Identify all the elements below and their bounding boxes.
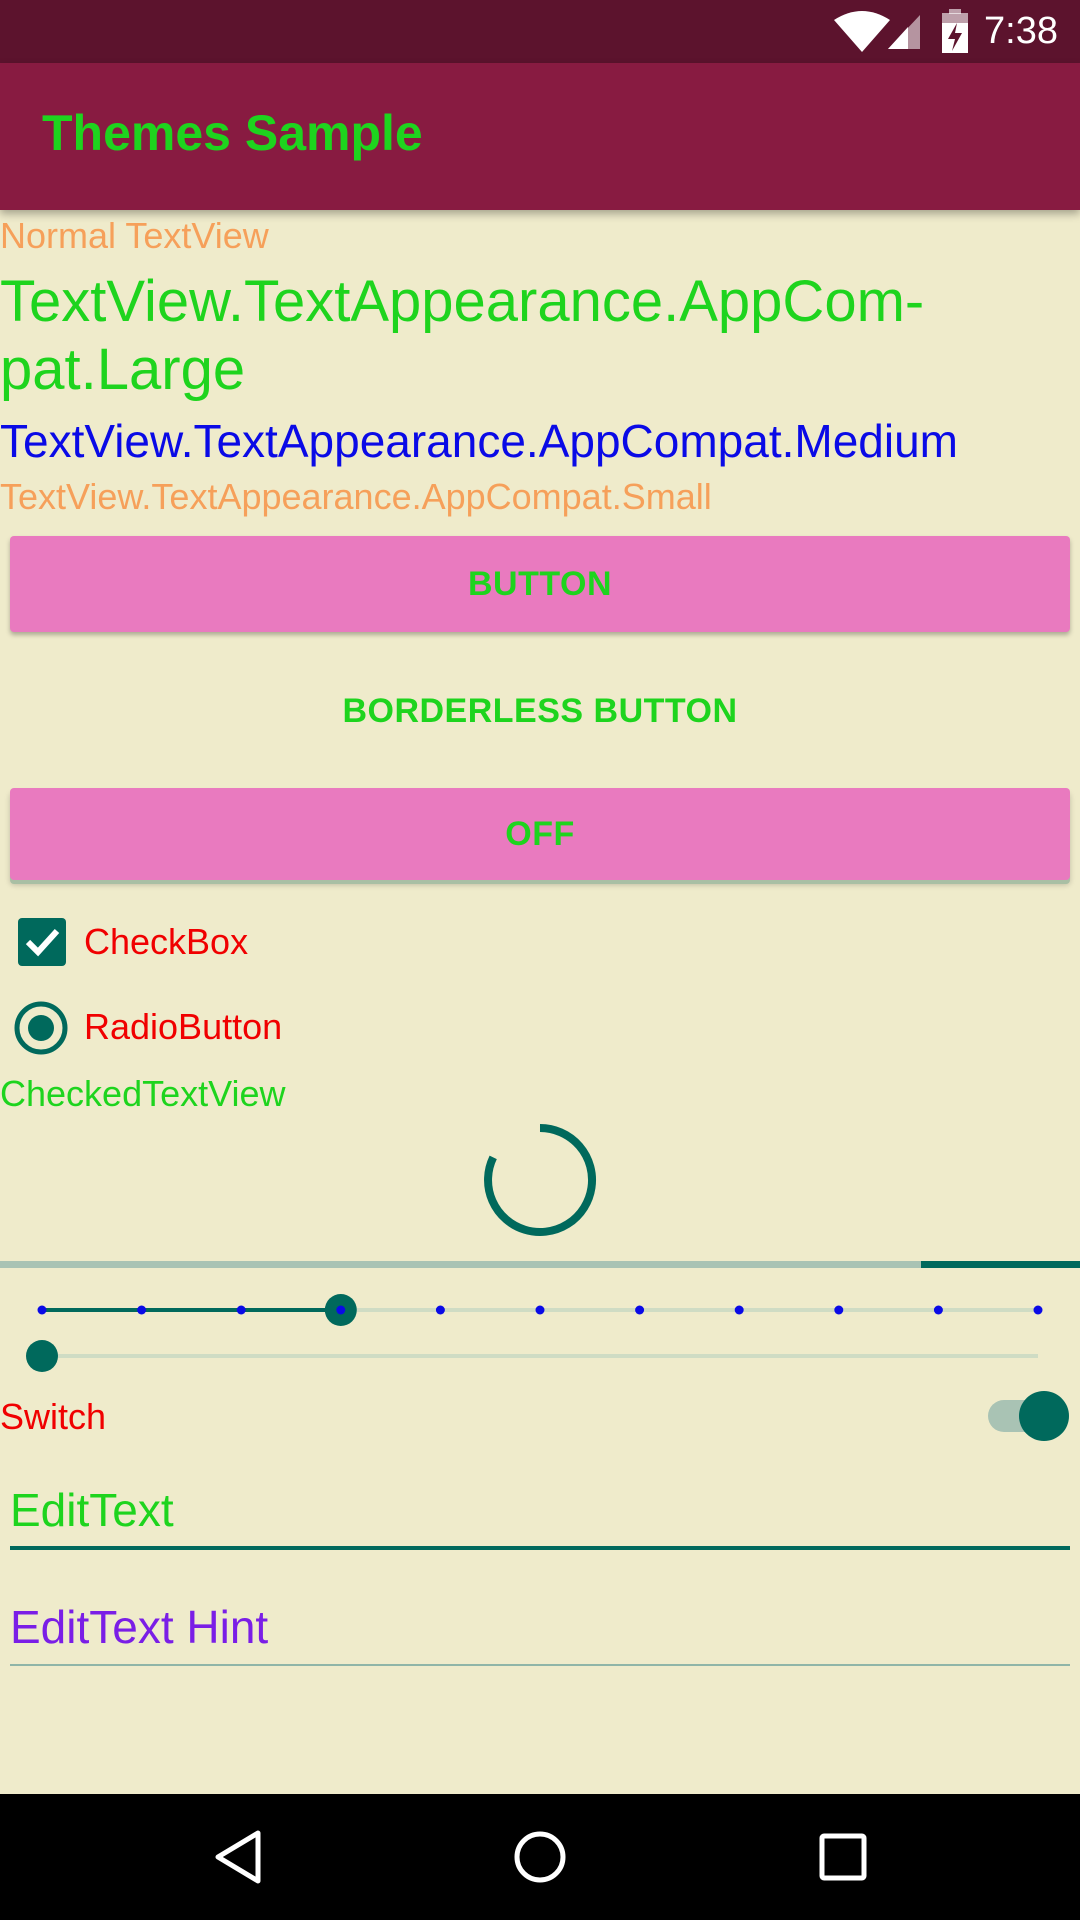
discrete-seekbar-tick xyxy=(37,1305,47,1315)
edit-text-underline xyxy=(10,1546,1070,1550)
discrete-seekbar-tick xyxy=(336,1305,346,1315)
discrete-seekbar-tick xyxy=(834,1305,844,1315)
wifi-icon xyxy=(834,11,890,52)
battery-charging-icon xyxy=(942,9,968,53)
discrete-seekbar-tick xyxy=(137,1305,147,1315)
edit-text-hint-underline xyxy=(10,1664,1070,1666)
status-time: 7:38 xyxy=(984,10,1058,52)
switch-label: Switch xyxy=(0,1396,107,1437)
app-title: Themes Sample xyxy=(42,105,423,161)
large-textview-line2: pat.Large xyxy=(0,337,246,402)
back-icon[interactable] xyxy=(210,1827,270,1887)
normal-textview: Normal TextView xyxy=(0,215,269,256)
discrete-seekbar-tick xyxy=(1033,1305,1043,1315)
small-textview: TextView.TextAppearance.AppCompat.Small xyxy=(0,476,712,517)
radio-label: RadioButton xyxy=(84,1006,283,1047)
discrete-seekbar-tick xyxy=(933,1305,943,1315)
radio-button[interactable]: RadioButton xyxy=(0,988,340,1064)
radio-checked-icon[interactable] xyxy=(13,1000,69,1056)
edit-text-hint[interactable]: EditText Hint xyxy=(10,1599,268,1655)
checkbox-label: CheckBox xyxy=(84,921,249,962)
discrete-seekbar-tick xyxy=(734,1305,744,1315)
cell-signal-icon xyxy=(888,15,920,49)
checkbox-checked-icon[interactable] xyxy=(18,918,66,966)
discrete-seekbar-tick xyxy=(435,1305,445,1315)
discrete-seekbar-tick xyxy=(236,1305,246,1315)
navigation-bar xyxy=(0,1794,1080,1920)
borderless-button[interactable]: BORDERLESS BUTTON xyxy=(10,661,1070,761)
home-icon[interactable] xyxy=(510,1827,570,1887)
recents-icon[interactable] xyxy=(813,1827,873,1887)
discrete-seekbar-tick xyxy=(535,1305,545,1315)
discrete-seekbar[interactable] xyxy=(0,1290,1080,1330)
status-bar: 7:38 xyxy=(0,0,1080,63)
progress-spinner xyxy=(484,1124,596,1236)
app-bar: Themes Sample xyxy=(0,63,1080,210)
discrete-seekbar-tick xyxy=(635,1305,645,1315)
large-textview-line1: TextView.TextAppearance.AppCom- xyxy=(0,269,925,334)
checkbox[interactable]: CheckBox xyxy=(0,904,320,980)
button[interactable]: BUTTON xyxy=(10,536,1070,632)
checked-textview[interactable]: CheckedTextView xyxy=(0,1072,286,1116)
edit-text-hint-field[interactable]: EditText Hint xyxy=(10,1592,1070,1668)
horizontal-progress-indicator xyxy=(921,1261,1080,1268)
edit-text-value[interactable]: EditText xyxy=(10,1482,174,1538)
seekbar-thumb[interactable] xyxy=(26,1340,58,1372)
switch-thumb[interactable] xyxy=(1019,1391,1069,1441)
switch-toggle[interactable] xyxy=(980,1386,1072,1446)
medium-textview: TextView.TextAppearance.AppCompat.Medium xyxy=(0,415,959,467)
edit-text[interactable]: EditText xyxy=(10,1474,1070,1552)
seekbar[interactable] xyxy=(0,1336,1080,1376)
horizontal-progress-bar xyxy=(0,1261,1080,1268)
toggle-button[interactable]: OFF xyxy=(10,788,1070,880)
